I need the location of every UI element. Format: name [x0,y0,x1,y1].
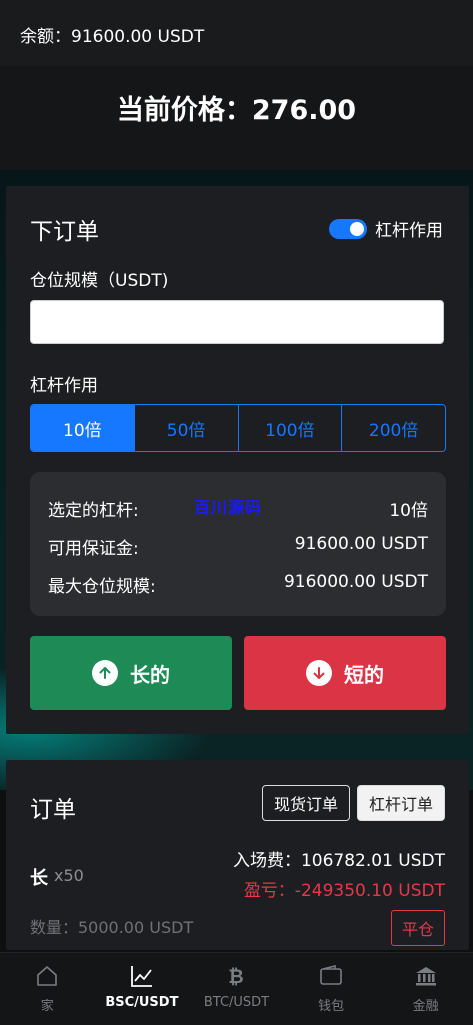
short-button[interactable]: 短的 [244,636,446,710]
leverage-toggle-group[interactable]: 杠杆作用 [329,216,443,241]
tab-leverage-orders[interactable]: 杠杆订单 [357,785,445,821]
orders-card: 订单 现货订单 杠杆订单 长 x50 入场费：106782.01 USDT 盈亏… [6,760,469,950]
position-side: 长 [30,868,48,889]
position-multiplier: x50 [54,866,84,885]
bitcoin-icon: ₿ [229,966,244,988]
wallet-icon [320,964,342,985]
leverage-selector: 10倍 50倍 100倍 200倍 [30,404,446,452]
nav-item-home[interactable]: 家 [0,953,95,1025]
balance-text: 余额：91600.00 USDT [20,27,205,47]
position-size-input[interactable] [30,300,444,344]
leverage-label: 杠杆作用 [30,376,98,396]
order-form-card: 下订单 杠杆作用 仓位规模（USDT) 杠杆作用 10倍 50倍 100倍 20… [6,186,469,734]
available-margin-label: 可用保证金: [48,539,139,559]
position-quantity: 数量：5000.00 USDT [30,918,194,937]
price-panel: 当前价格：276.00 [0,66,473,170]
order-form-title: 下订单 [30,219,99,245]
nav-label-finance: 金融 [412,999,439,1014]
leverage-option-200x[interactable]: 200倍 [341,405,445,451]
bottom-nav: 家 BSC/USDT ₿ BTC/USDT 钱包 金融 [0,952,473,1025]
bank-icon [415,967,436,986]
chart-icon [130,966,152,987]
entry-price: 入场费：106782.01 USDT [232,851,445,871]
current-price: 当前价格：276.00 [116,95,357,126]
nav-item-finance[interactable]: 金融 [378,953,473,1025]
arrow-down-icon [306,660,332,686]
watermark-text: 百川源码 [194,498,263,517]
orders-title: 订单 [30,797,76,823]
order-summary: 选定的杠杆: 10倍 百川源码 可用保证金: 91600.00 USDT 最大仓… [30,472,446,616]
close-position-button[interactable]: 平仓 [391,910,445,946]
nav-label-wallet: 钱包 [318,999,345,1014]
tab-spot-orders[interactable]: 现货订单 [262,785,350,821]
long-button[interactable]: 长的 [30,636,232,710]
selected-leverage-label: 选定的杠杆: [48,501,139,521]
leverage-toggle-label: 杠杆作用 [375,221,443,241]
profit-loss: 盈亏：-249350.10 USDT [243,881,445,901]
summary-row-max: 最大仓位规模: 916000.00 USDT [48,572,428,597]
svg-text:₿: ₿ [229,966,244,988]
available-margin-value: 91600.00 USDT [294,534,428,554]
long-button-label: 长的 [130,662,170,687]
nav-label-btc-usdt: BTC/USDT [203,995,270,1010]
leverage-option-10x[interactable]: 10倍 [31,405,134,451]
max-position-value: 916000.00 USDT [283,572,428,592]
leverage-toggle[interactable] [329,218,367,239]
leverage-option-100x[interactable]: 100倍 [237,405,342,451]
position-size-label: 仓位规模（USDT) [30,271,169,291]
nav-item-bsc-usdt[interactable]: BSC/USDT [95,953,190,1025]
nav-label-home: 家 [40,999,54,1014]
arrow-up-icon [92,660,118,686]
home-icon [37,966,58,986]
summary-row-margin: 可用保证金: 91600.00 USDT [48,534,428,559]
nav-label-bsc-usdt: BSC/USDT [105,995,179,1010]
top-bar: 余额：91600.00 USDT [0,0,473,67]
selected-leverage-value: 10倍 [389,501,428,521]
nav-item-btc-usdt[interactable]: ₿ BTC/USDT [189,953,284,1025]
nav-item-wallet[interactable]: 钱包 [284,953,379,1025]
max-position-label: 最大仓位规模: [48,577,156,597]
short-button-label: 短的 [344,662,384,687]
leverage-option-50x[interactable]: 50倍 [133,405,238,451]
